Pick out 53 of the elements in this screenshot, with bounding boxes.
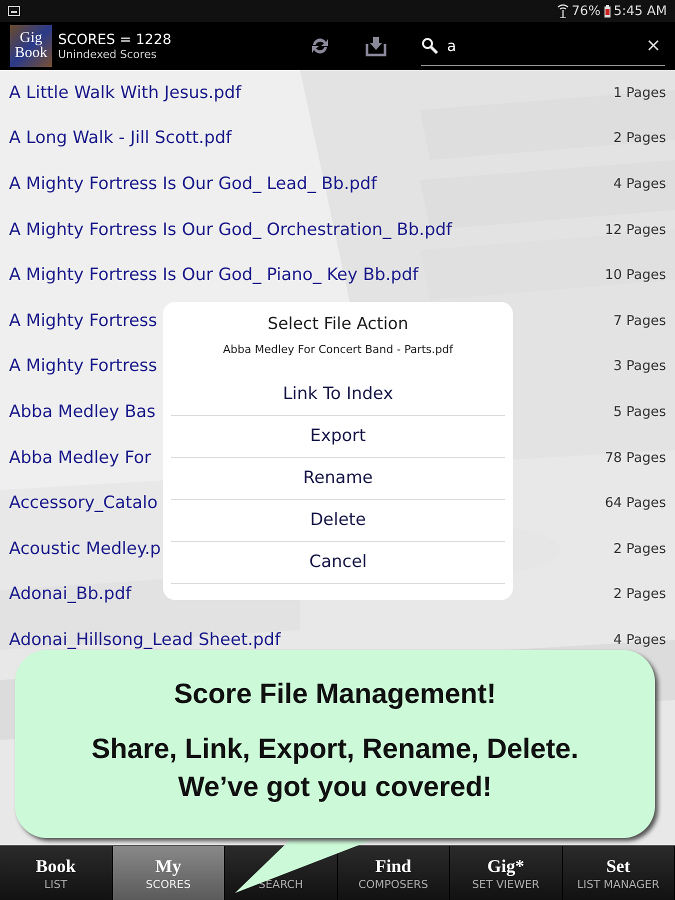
- page-count: 7 Pages: [613, 312, 666, 329]
- file-name[interactable]: Accessory_Catalo: [9, 493, 158, 514]
- dialog-title: Select File Action: [268, 314, 408, 333]
- page-count: 5 Pages: [613, 404, 666, 420]
- page-count: 64 Pages: [604, 495, 666, 512]
- battery-icon: [604, 4, 611, 18]
- file-name[interactable]: Acoustic Medley.p: [9, 538, 161, 559]
- page-count: 1 Pages: [613, 84, 666, 101]
- file-name[interactable]: Abba Medley Bas: [9, 402, 156, 422]
- page-count: 3 Pages: [613, 358, 666, 374]
- file-name[interactable]: A Mighty Fortress Is Our God_ Piano_ Key Bb.pdf: [9, 265, 418, 286]
- file-name: Abba Medley For Concert Band - Parts.pdf: [223, 343, 453, 356]
- action-option[interactable]: Cancel: [171, 542, 505, 584]
- screenshot-icon: [8, 6, 20, 16]
- file-name[interactable]: A Long Walk - Jill Scott.pdf: [9, 128, 232, 148]
- action-option[interactable]: Delete: [171, 500, 505, 542]
- page-count: 2 Pages: [613, 586, 666, 602]
- tab[interactable]: Book LIST: [0, 846, 112, 900]
- scores-count: SCORES = 1228: [58, 32, 172, 48]
- action-option[interactable]: Export: [171, 416, 505, 458]
- app-logo[interactable]: Gig Book: [10, 25, 52, 67]
- page-count: 4 Pages: [613, 632, 666, 648]
- file-name[interactable]: A Little Walk With Jesus.pdf: [9, 82, 242, 103]
- file-name[interactable]: A Mighty Fortress: [9, 356, 158, 376]
- page-count: 12 Pages: [604, 222, 666, 238]
- clock: 5:45 AM: [614, 4, 667, 18]
- search-field[interactable]: a ×: [421, 26, 665, 66]
- action-option[interactable]: Rename: [171, 458, 505, 500]
- search-icon: [421, 36, 439, 54]
- page-count: 78 Pages: [604, 450, 666, 466]
- callout-text: We’ve got you covered!: [178, 770, 492, 804]
- tab[interactable]: Find COMPOSERS: [338, 846, 450, 900]
- download-icon[interactable]: [365, 35, 387, 57]
- battery-percent: 76%: [572, 4, 601, 18]
- action-option[interactable]: Link To Index: [171, 374, 505, 416]
- page-count: 2 Pages: [613, 130, 666, 146]
- clear-button[interactable]: ×: [646, 35, 661, 56]
- file-name[interactable]: Adonai_Hillsong_Lead Sheet.pdf: [9, 630, 281, 650]
- callout-heading: Score File Management!: [174, 678, 496, 710]
- page-count: 2 Pages: [613, 540, 666, 557]
- tab[interactable]: My SCORES: [112, 846, 225, 900]
- file-name[interactable]: A Mighty Fortress Is Our God_ Lead_ Bb.pdf: [9, 174, 377, 194]
- tab[interactable]: Set LIST MANAGER: [562, 846, 675, 900]
- file-name[interactable]: Abba Medley For: [9, 448, 152, 468]
- list-subtitle: Unindexed Scores: [58, 48, 158, 60]
- signal-icon: [556, 4, 569, 18]
- file-name[interactable]: A Mighty Fortress: [9, 310, 158, 331]
- tab[interactable]: Gig* SET VIEWER: [450, 846, 562, 900]
- file-name[interactable]: A Mighty Fortress Is Our God_ Orchestration_ Bb.pdf: [9, 220, 452, 240]
- page-count: 4 Pages: [613, 176, 666, 192]
- file-name[interactable]: Adonai_Bb.pdf: [9, 584, 132, 604]
- page-count: 10 Pages: [604, 267, 666, 284]
- callout-text: Share, Link, Export, Rename, Delete.: [91, 732, 579, 766]
